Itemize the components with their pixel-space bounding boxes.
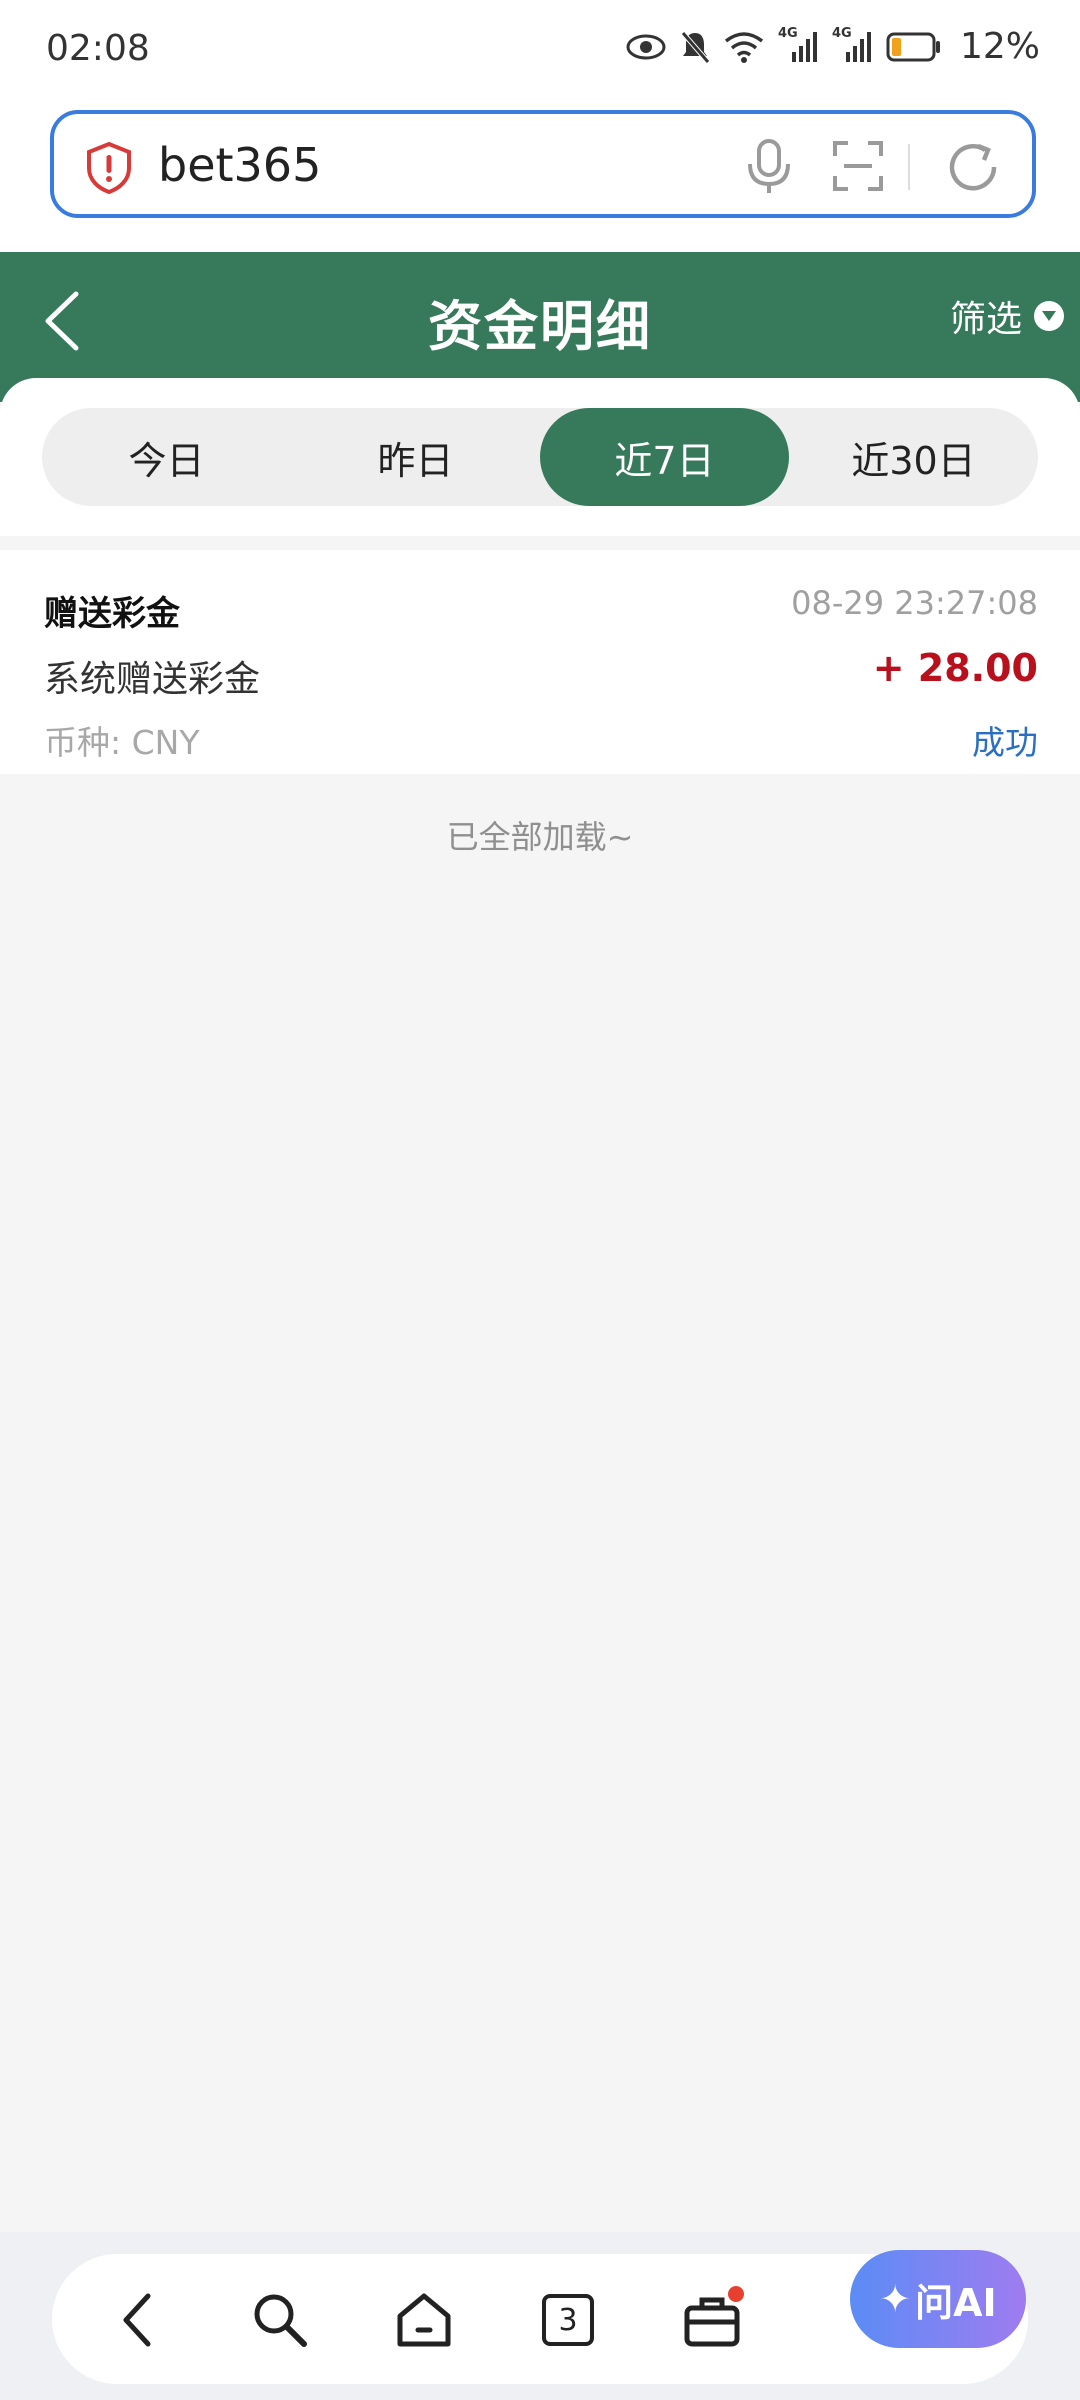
record-amount: + 28.00 xyxy=(872,646,1038,690)
eye-icon xyxy=(626,34,666,59)
back-icon xyxy=(123,2293,151,2347)
reload-icon[interactable] xyxy=(944,138,1002,196)
nav-search-button[interactable] xyxy=(248,2288,312,2352)
filter-label: 筛选 xyxy=(949,299,1022,340)
url-text[interactable]: bet365 xyxy=(158,138,321,192)
filter-button[interactable]: 筛选 xyxy=(950,290,1064,342)
record-type: 赠送彩金 xyxy=(44,594,180,634)
url-bar-separator xyxy=(908,144,910,190)
status-bar: 02:08 4G 4G 12% xyxy=(0,0,1080,100)
record-time: 08-29 23:27:08 xyxy=(791,584,1038,622)
date-range-tabs: 今日 昨日 近7日 近30日 xyxy=(42,408,1038,506)
list-end-text: 已全部加载~ xyxy=(446,818,634,856)
sparkle-icon: ✦ xyxy=(879,2277,912,2321)
signal-2-icon: 4G xyxy=(832,26,872,64)
ask-ai-button[interactable]: ✦ 问AI xyxy=(850,2250,1026,2348)
mute-bell-icon xyxy=(681,30,710,64)
battery-percentage: 12% xyxy=(959,26,1040,67)
record-description: 系统赠送彩金 xyxy=(44,659,261,700)
tab-last-30-days[interactable]: 近30日 xyxy=(789,408,1038,506)
dropdown-caret-icon xyxy=(1034,301,1064,331)
notification-dot xyxy=(728,2286,744,2302)
search-icon xyxy=(254,2294,307,2347)
nav-toolbox-button[interactable] xyxy=(680,2286,744,2352)
nav-home-button[interactable] xyxy=(392,2288,456,2352)
wifi-icon xyxy=(724,31,764,63)
microphone-icon[interactable] xyxy=(744,138,794,196)
tab-today[interactable]: 今日 xyxy=(42,408,291,506)
nav-tabs-button[interactable]: 3 xyxy=(536,2288,600,2352)
url-bar[interactable]: bet365 xyxy=(50,110,1036,218)
nav-back-button[interactable] xyxy=(106,2288,170,2352)
tab-last-7-days[interactable]: 近7日 xyxy=(540,408,789,506)
signal-1-icon: 4G xyxy=(778,26,818,64)
ask-ai-label: 问AI xyxy=(915,2280,997,2325)
scan-icon[interactable] xyxy=(832,140,884,192)
date-range-panel: 今日 昨日 近7日 近30日 xyxy=(0,378,1080,536)
tab-yesterday[interactable]: 昨日 xyxy=(291,408,540,506)
status-icons: 4G 4G 12% xyxy=(626,26,1040,67)
shield-warning-icon[interactable] xyxy=(86,142,132,194)
home-icon xyxy=(397,2293,451,2347)
tab-count-badge: 3 xyxy=(542,2294,594,2346)
page-title: 资金明细 xyxy=(428,295,652,358)
record-currency: 币种: CNY xyxy=(44,723,200,762)
battery-icon xyxy=(886,32,940,61)
record-status: 成功 xyxy=(972,723,1038,762)
status-time: 02:08 xyxy=(46,28,150,69)
list-item[interactable]: 赠送彩金 08-29 23:27:08 系统赠送彩金 + 28.00 币种: C… xyxy=(0,550,1080,774)
browser-address-area: bet365 xyxy=(0,100,1080,252)
browser-bottom-bar: 3 ✦ 问AI xyxy=(0,2232,1080,2400)
